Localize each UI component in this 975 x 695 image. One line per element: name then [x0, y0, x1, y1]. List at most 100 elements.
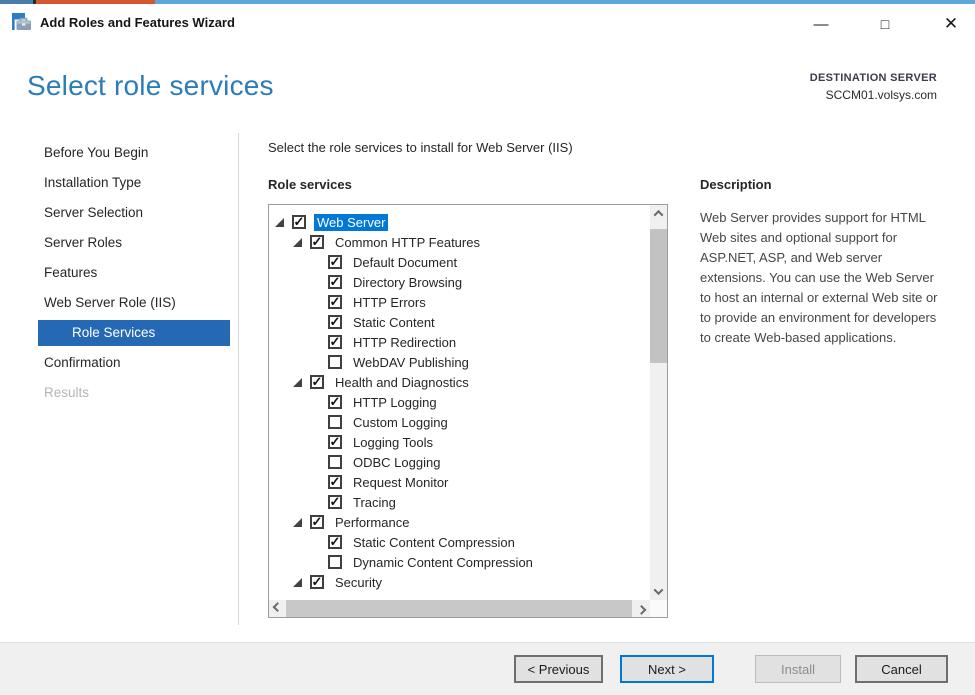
tree-item-label: Tracing: [350, 494, 399, 511]
horizontal-scrollbar-thumb[interactable]: [286, 600, 632, 617]
close-button[interactable]: ✕: [934, 10, 968, 38]
check-icon: ✓: [312, 575, 323, 588]
maximize-button[interactable]: □: [868, 10, 902, 38]
previous-button[interactable]: < Previous: [514, 655, 603, 683]
next-button[interactable]: Next >: [620, 655, 714, 683]
wizard-app-icon: [11, 12, 33, 32]
expander-icon[interactable]: [275, 218, 284, 227]
wizard-window: Add Roles and Features Wizard — □ ✕ Sele…: [0, 0, 975, 695]
scroll-left-button[interactable]: [269, 600, 286, 617]
check-icon: ✓: [330, 295, 341, 308]
checkbox[interactable]: ✓: [310, 515, 324, 529]
tree-item-label: HTTP Redirection: [350, 334, 459, 351]
checkbox[interactable]: [328, 415, 342, 429]
sidebar-item-installation-type[interactable]: Installation Type: [28, 168, 238, 198]
tree-item-performance[interactable]: ✓ Performance: [269, 512, 650, 532]
sidebar-item-role-services[interactable]: Role Services: [38, 320, 230, 346]
tree-item-http-errors[interactable]: ✓ HTTP Errors: [269, 292, 650, 312]
checkbox[interactable]: ✓: [328, 535, 342, 549]
checkbox[interactable]: ✓: [328, 335, 342, 349]
role-services-label: Role services: [268, 177, 352, 192]
sidebar-item-before-you-begin[interactable]: Before You Begin: [28, 138, 238, 168]
expander-icon[interactable]: [293, 578, 302, 587]
tree-rows: ✓ Web Server✓Common HTTP Features✓Default…: [269, 212, 650, 600]
tree-item-custom-logging[interactable]: Custom Logging: [269, 412, 650, 432]
checkbox[interactable]: ✓: [310, 575, 324, 589]
tree-item-common-http-features[interactable]: ✓Common HTTP Features: [269, 232, 650, 252]
checkbox[interactable]: ✓: [310, 235, 324, 249]
tree-item-label: Performance: [332, 514, 412, 531]
tree-item-label: Logging Tools: [350, 434, 436, 451]
tree-item-web-server[interactable]: ✓ Web Server: [269, 212, 650, 232]
window-title: Add Roles and Features Wizard: [40, 15, 235, 30]
scroll-right-button[interactable]: [633, 600, 650, 617]
check-icon: ✓: [312, 375, 323, 388]
scrollbar-corner: [650, 600, 667, 617]
checkbox[interactable]: ✓: [328, 295, 342, 309]
tree-item-default-document[interactable]: ✓Default Document: [269, 252, 650, 272]
check-icon: ✓: [330, 435, 341, 448]
tree-item-label: HTTP Errors: [350, 294, 429, 311]
checkbox[interactable]: ✓: [328, 395, 342, 409]
sidebar-item-features[interactable]: Features: [28, 258, 238, 288]
minimize-icon: —: [814, 16, 829, 33]
checkbox[interactable]: ✓: [328, 275, 342, 289]
checkbox[interactable]: ✓: [328, 435, 342, 449]
tree-item-webdav-publishing[interactable]: WebDAV Publishing: [269, 352, 650, 372]
check-icon: ✓: [330, 475, 341, 488]
checkbox[interactable]: [328, 455, 342, 469]
destination-server-name: SCCM01.volsys.com: [810, 88, 937, 102]
tree-item-label: Custom Logging: [350, 414, 451, 431]
tree-item-label: Web Server: [314, 214, 388, 231]
sidebar-item-web-server-role-iis[interactable]: Web Server Role (IIS): [28, 288, 238, 318]
tree-item-security[interactable]: ✓Security: [269, 572, 650, 592]
check-icon: ✓: [312, 515, 323, 528]
sidebar-item-server-roles[interactable]: Server Roles: [28, 228, 238, 258]
expander-icon[interactable]: [293, 238, 302, 247]
tree-item-static-content-compression[interactable]: ✓Static Content Compression: [269, 532, 650, 552]
tree-item-health-and-diagnostics[interactable]: ✓ Health and Diagnostics: [269, 372, 650, 392]
tree-item-directory-browsing[interactable]: ✓Directory Browsing: [269, 272, 650, 292]
tree-item-label: Static Content: [350, 314, 438, 331]
tree-item-request-monitor[interactable]: ✓Request Monitor: [269, 472, 650, 492]
cancel-button[interactable]: Cancel: [855, 655, 948, 683]
sidebar-divider: [238, 133, 239, 625]
tree-item-http-logging[interactable]: ✓HTTP Logging: [269, 392, 650, 412]
vertical-scrollbar-thumb[interactable]: [650, 229, 667, 363]
sidebar-item-server-selection[interactable]: Server Selection: [28, 198, 238, 228]
chevron-right-icon: [637, 605, 647, 615]
tree-item-dynamic-content-compression[interactable]: Dynamic Content Compression: [269, 552, 650, 572]
expander-icon[interactable]: [293, 378, 302, 387]
tree-item-logging-tools[interactable]: ✓ Logging Tools: [269, 432, 650, 452]
checkbox[interactable]: [328, 555, 342, 569]
chevron-down-icon: [654, 585, 664, 595]
maximize-icon: □: [881, 16, 889, 32]
role-services-tree: ✓ Web Server✓Common HTTP Features✓Default…: [268, 204, 668, 618]
check-icon: ✓: [330, 255, 341, 268]
tree-item-label: Health and Diagnostics: [332, 374, 472, 391]
check-icon: ✓: [330, 335, 341, 348]
minimize-button[interactable]: —: [804, 10, 838, 38]
checkbox[interactable]: ✓: [310, 375, 324, 389]
checkbox[interactable]: ✓: [328, 315, 342, 329]
tree-item-static-content[interactable]: ✓ Static Content: [269, 312, 650, 332]
check-icon: ✓: [312, 235, 323, 248]
checkbox[interactable]: ✓: [328, 475, 342, 489]
tree-item-odbc-logging[interactable]: ODBC Logging: [269, 452, 650, 472]
scroll-up-button[interactable]: [650, 205, 667, 222]
destination-server-block: DESTINATION SERVER SCCM01.volsys.com: [810, 72, 937, 102]
horizontal-scrollbar[interactable]: [269, 600, 650, 617]
checkbox[interactable]: [328, 355, 342, 369]
sidebar-item-confirmation[interactable]: Confirmation: [28, 348, 238, 378]
tree-item-label: ODBC Logging: [350, 454, 443, 471]
expander-icon[interactable]: [293, 518, 302, 527]
checkbox[interactable]: ✓: [328, 495, 342, 509]
scroll-down-button[interactable]: [650, 583, 667, 600]
check-icon: ✓: [330, 535, 341, 548]
tree-item-http-redirection[interactable]: ✓ HTTP Redirection: [269, 332, 650, 352]
checkbox[interactable]: ✓: [328, 255, 342, 269]
checkbox[interactable]: ✓: [292, 215, 306, 229]
tree-item-tracing[interactable]: ✓ Tracing: [269, 492, 650, 512]
vertical-scrollbar[interactable]: [650, 205, 667, 600]
check-icon: ✓: [294, 215, 305, 228]
